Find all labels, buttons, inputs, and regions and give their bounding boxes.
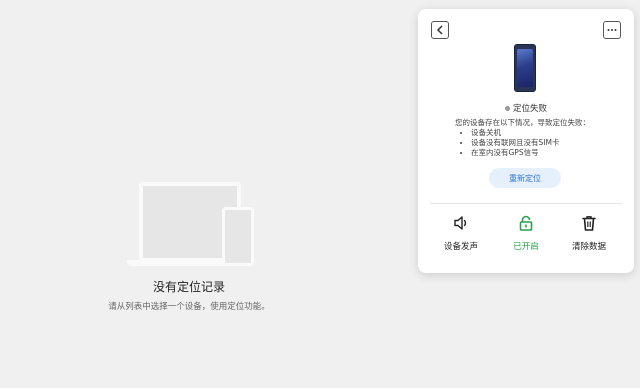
reason-item: 设备关机 [471, 128, 590, 138]
device-screen [517, 49, 533, 87]
device-panel: 定位失败 您的设备存在以下情况，导致定位失败： 设备关机 设备没有联网且没有SI… [418, 9, 634, 273]
more-button[interactable] [603, 21, 621, 39]
status-dot [504, 106, 510, 111]
more-dots-icon [607, 29, 617, 31]
speaker-icon [454, 216, 467, 230]
divider [430, 203, 622, 204]
relocate-button[interactable]: 重新定位 [489, 168, 561, 188]
device-image [514, 44, 536, 92]
erase-data-button[interactable]: 清除数据 [559, 214, 619, 252]
empty-state-illustration [127, 180, 257, 270]
erase-data-label: 清除数据 [571, 242, 606, 252]
back-button[interactable] [431, 21, 449, 39]
failure-reasons: 您的设备存在以下情况，导致定位失败： 设备关机 设备没有联网且没有SIM卡 在室… [455, 118, 590, 158]
lock-icon [519, 215, 533, 231]
reason-intro: 您的设备存在以下情况，导致定位失败： [455, 118, 590, 127]
phone-illustration [222, 207, 254, 266]
empty-state-description: 请从列表中选择一个设备，使用定位功能。 [108, 302, 270, 312]
lock-device-label: 已开启 [513, 242, 539, 252]
play-sound-label: 设备发声 [443, 242, 478, 252]
play-sound-button[interactable]: 设备发声 [431, 214, 491, 252]
reason-item: 设备没有联网且没有SIM卡 [471, 138, 590, 148]
chevron-left-icon [436, 25, 443, 35]
empty-state-title: 没有定位记录 [152, 280, 225, 294]
location-status: 定位失败 [418, 102, 634, 114]
status-text: 定位失败 [512, 104, 547, 114]
reason-item: 在室内没有GPS信号 [471, 148, 590, 158]
trash-icon [582, 216, 596, 231]
lock-device-button[interactable]: 已开启 [496, 214, 556, 252]
